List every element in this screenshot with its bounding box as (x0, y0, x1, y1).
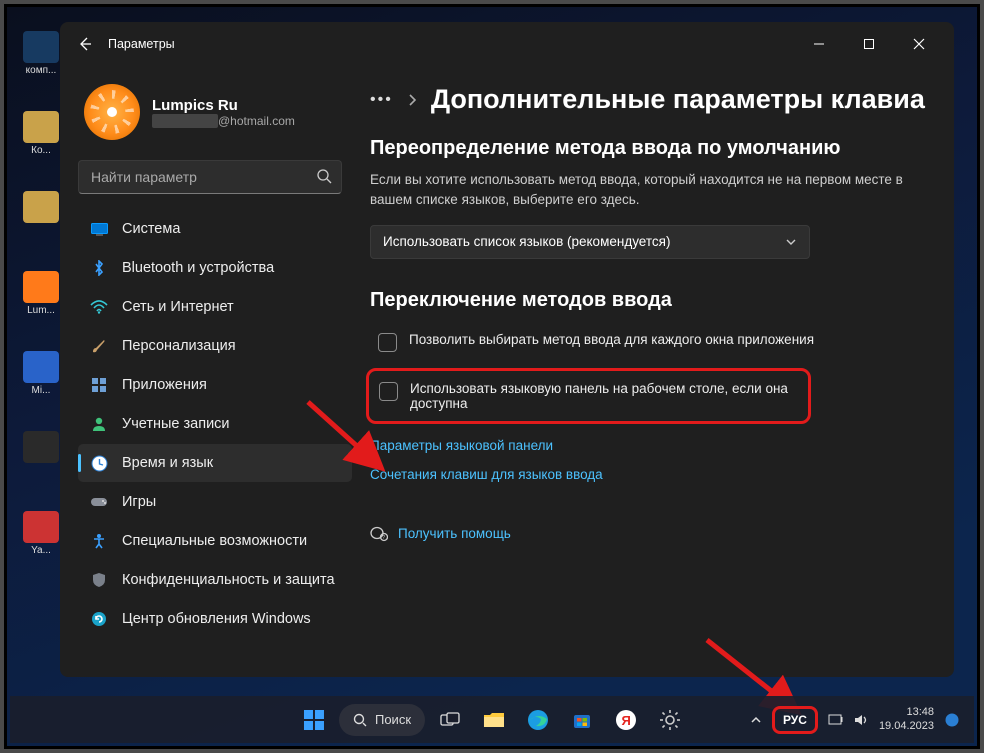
page-title: Дополнительные параметры клавиа (431, 84, 925, 115)
shield-icon (90, 571, 108, 589)
svg-text:Я: Я (622, 713, 631, 728)
checkbox-language-bar[interactable]: Использовать языковую панель на рабочем … (377, 381, 800, 411)
nav-personalization[interactable]: Персонализация (78, 327, 352, 365)
update-icon (90, 610, 108, 628)
help-row[interactable]: ? Получить помощь (370, 526, 926, 542)
nav-label: Время и язык (122, 455, 213, 471)
gamepad-icon (90, 493, 108, 511)
yandex-button[interactable]: Я (607, 701, 645, 739)
bluetooth-icon (90, 259, 108, 277)
nav-accounts[interactable]: Учетные записи (78, 405, 352, 443)
language-indicator[interactable]: РУС (772, 706, 818, 734)
nav-time-language[interactable]: Время и язык (78, 444, 352, 482)
avatar (84, 84, 140, 140)
nav-bluetooth[interactable]: Bluetooth и устройства (78, 249, 352, 287)
clock-globe-icon (90, 454, 108, 472)
checkbox-label: Позволить выбирать метод ввода для каждо… (409, 332, 814, 347)
volume-tray-icon[interactable] (854, 713, 869, 727)
taskbar: Поиск Я РУС 13:48 19.04.2023 (10, 696, 974, 743)
nav-apps[interactable]: Приложения (78, 366, 352, 404)
nav-label: Система (122, 221, 180, 237)
nav-label: Конфиденциальность и защита (122, 572, 335, 588)
desktop-icons: комп... Ко... Lum... Mi... Ya... (21, 31, 61, 557)
svg-text:?: ? (382, 535, 385, 541)
section-switching-heading: Переключение методов ввода (370, 289, 926, 312)
nav-label: Персонализация (122, 338, 236, 354)
tray-time: 13:48 (879, 706, 934, 719)
close-button[interactable] (909, 34, 929, 54)
checkbox-label: Использовать языковую панель на рабочем … (410, 381, 798, 411)
nav-network[interactable]: Сеть и Интернет (78, 288, 352, 326)
monitor-icon (90, 220, 108, 238)
system-tray: РУС 13:48 19.04.2023 (750, 706, 960, 734)
account-name: Lumpics Ru (152, 97, 295, 114)
taskbar-search[interactable]: Поиск (339, 704, 425, 736)
nav-label: Сеть и Интернет (122, 299, 234, 315)
content-pane: ••• Дополнительные параметры клавиа Пере… (360, 66, 954, 677)
wifi-icon (90, 298, 108, 316)
taskbar-search-label: Поиск (375, 712, 411, 727)
account-email: xxxxxxxxxxx@hotmail.com (152, 114, 295, 128)
nav-label: Приложения (122, 377, 207, 393)
network-tray-icon[interactable] (828, 713, 844, 727)
back-button[interactable] (70, 29, 100, 59)
tray-clock[interactable]: 13:48 19.04.2023 (879, 706, 934, 732)
settings-window: Параметры Lumpics Ru xxxxxxxxxxx@hotmail… (60, 22, 954, 677)
nav-label: Учетные записи (122, 416, 230, 432)
sidebar: Lumpics Ru xxxxxxxxxxx@hotmail.com (60, 66, 360, 677)
nav-label: Bluetooth и устройства (122, 260, 274, 276)
search-icon (316, 168, 332, 184)
help-icon: ? (370, 526, 388, 542)
tray-overflow-button[interactable] (750, 715, 762, 725)
minimize-button[interactable] (809, 34, 829, 54)
settings-taskbar-button[interactable] (651, 701, 689, 739)
explorer-button[interactable] (475, 701, 513, 739)
nav-gaming[interactable]: Игры (78, 483, 352, 521)
breadcrumb: ••• Дополнительные параметры клавиа (370, 84, 926, 115)
person-icon (90, 415, 108, 433)
maximize-button[interactable] (859, 34, 879, 54)
input-method-dropdown[interactable]: Использовать список языков (рекомендуетс… (370, 225, 810, 259)
nav-windows-update[interactable]: Центр обновления Windows (78, 600, 352, 638)
edge-button[interactable] (519, 701, 557, 739)
dropdown-value: Использовать список языков (рекомендуетс… (383, 234, 670, 249)
breadcrumb-more[interactable]: ••• (370, 91, 393, 109)
nav-list: Система Bluetooth и устройства Сеть и Ин… (78, 210, 352, 638)
apps-icon (90, 376, 108, 394)
account-block[interactable]: Lumpics Ru xxxxxxxxxxx@hotmail.com (78, 78, 352, 156)
highlight-box: Использовать языковую панель на рабочем … (366, 368, 811, 424)
accessibility-icon (90, 532, 108, 550)
store-button[interactable] (563, 701, 601, 739)
link-language-bar-options[interactable]: Параметры языковой панели (370, 438, 926, 453)
notifications-button[interactable] (944, 712, 960, 728)
tray-date: 19.04.2023 (879, 720, 934, 733)
task-view-button[interactable] (431, 701, 469, 739)
chevron-right-icon (407, 93, 417, 107)
brush-icon (90, 337, 108, 355)
checkbox-icon[interactable] (379, 382, 398, 401)
search-field[interactable] (78, 160, 342, 194)
titlebar: Параметры (60, 22, 954, 66)
nav-privacy[interactable]: Конфиденциальность и защита (78, 561, 352, 599)
app-title: Параметры (108, 37, 175, 51)
section-override-heading: Переопределение метода ввода по умолчани… (370, 137, 926, 160)
search-input[interactable] (78, 160, 342, 194)
chevron-down-icon (785, 238, 797, 246)
nav-system[interactable]: Система (78, 210, 352, 248)
nav-accessibility[interactable]: Специальные возможности (78, 522, 352, 560)
start-button[interactable] (295, 701, 333, 739)
nav-label: Игры (122, 494, 156, 510)
taskbar-center: Поиск Я (295, 701, 689, 739)
link-hotkeys[interactable]: Сочетания клавиш для языков ввода (370, 467, 926, 482)
nav-label: Центр обновления Windows (122, 611, 311, 627)
checkbox-per-window[interactable]: Позволить выбирать метод ввода для каждо… (370, 326, 910, 358)
section-override-desc: Если вы хотите использовать метод ввода,… (370, 170, 910, 211)
help-link[interactable]: Получить помощь (398, 526, 511, 541)
nav-label: Специальные возможности (122, 533, 307, 549)
checkbox-icon[interactable] (378, 333, 397, 352)
